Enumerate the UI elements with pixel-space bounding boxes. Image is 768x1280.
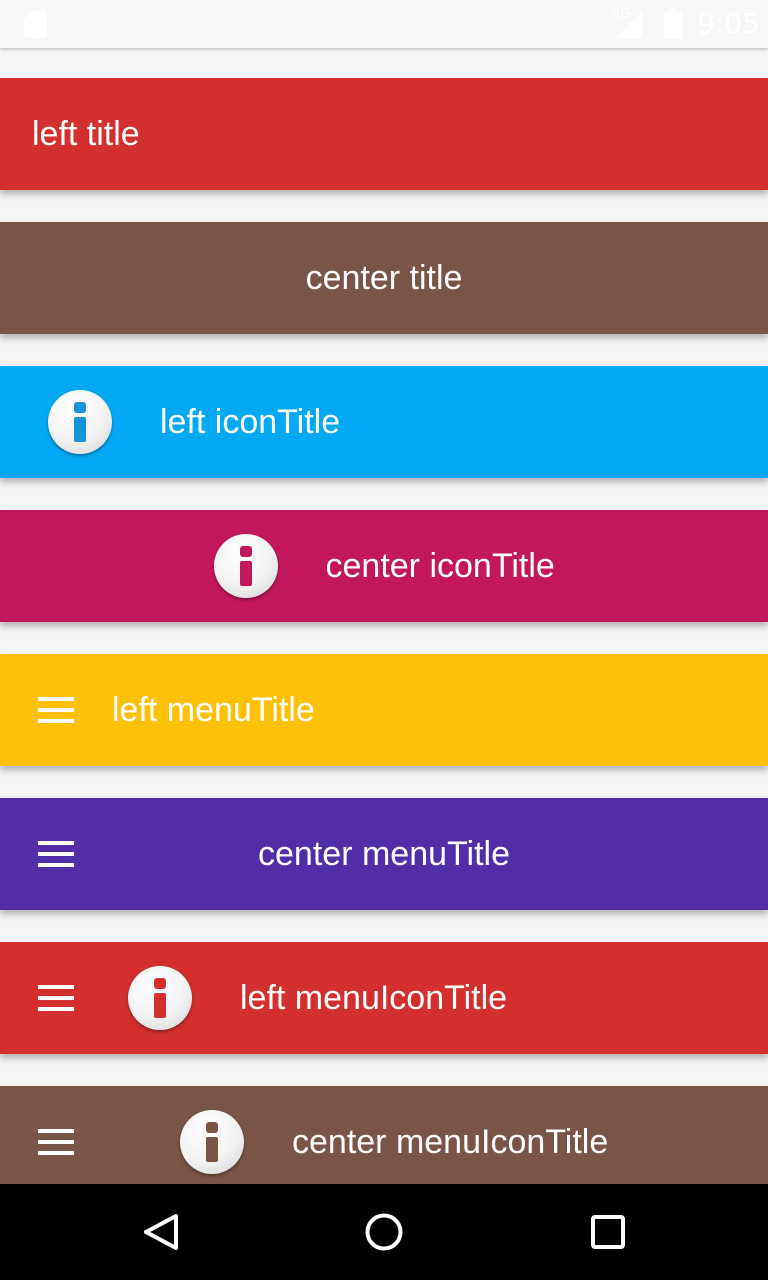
menu-icon[interactable]	[38, 1129, 74, 1155]
status-time: 9:05	[697, 7, 760, 40]
center-menu-title-bar: center menuTitle	[0, 798, 768, 910]
center-title-bar: center title	[0, 222, 768, 334]
sd-card-icon	[24, 11, 47, 38]
center-icon-title-bar: center iconTitle	[0, 510, 768, 622]
menu-icon[interactable]	[38, 697, 74, 723]
network-type: 3G	[612, 7, 631, 22]
status-bar: 3G 9:05	[0, 0, 768, 48]
toolbar-title: center iconTitle	[325, 547, 555, 585]
toolbar-title: center menuIconTitle	[292, 1123, 609, 1161]
toolbar-title: left iconTitle	[160, 403, 341, 441]
info-icon	[180, 1110, 244, 1174]
info-icon	[213, 534, 278, 598]
toolbar-title: left menuIconTitle	[240, 979, 508, 1017]
battery-icon	[664, 9, 682, 39]
toolbar-title: center menuTitle	[258, 835, 510, 873]
back-icon[interactable]	[142, 1212, 182, 1252]
left-title-bar: left title	[0, 78, 768, 190]
toolbar-title: center title	[305, 259, 463, 297]
toolbar-title: left menuTitle	[112, 691, 315, 729]
left-menu-icon-title-bar: left menuIconTitle	[0, 942, 768, 1054]
center-menu-icon-title-bar: center menuIconTitle	[0, 1086, 768, 1198]
recents-icon[interactable]	[590, 1214, 626, 1250]
toolbar-title: left title	[32, 115, 140, 153]
left-menu-title-bar: left menuTitle	[0, 654, 768, 766]
left-icon-title-bar: left iconTitle	[0, 366, 768, 478]
menu-icon[interactable]	[38, 985, 74, 1011]
info-icon	[48, 390, 112, 454]
home-icon[interactable]	[364, 1212, 404, 1252]
info-icon	[128, 966, 192, 1030]
